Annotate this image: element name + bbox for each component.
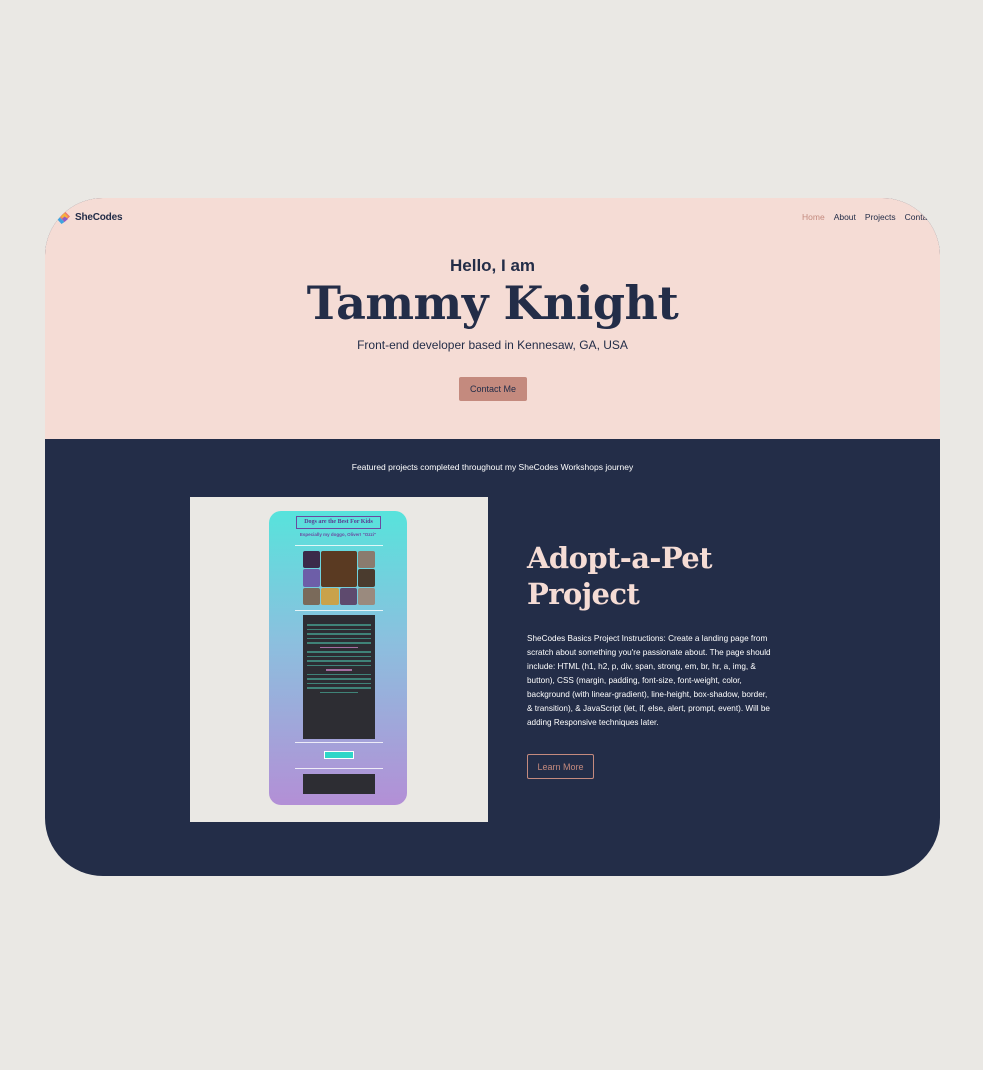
contact-me-button[interactable]: Contact Me	[459, 377, 527, 401]
project-screenshot[interactable]: Dogs are the Best For Kids Especially my…	[190, 497, 488, 822]
preview-photo-grid	[303, 551, 375, 605]
dog-photo	[303, 569, 321, 587]
portfolio-card: SheCodes Home About Projects Contact Hel…	[45, 198, 940, 876]
brand-logo[interactable]: SheCodes	[57, 210, 123, 225]
nav-about-link[interactable]: About	[834, 212, 856, 222]
hero-section: SheCodes Home About Projects Contact Hel…	[45, 198, 940, 439]
nav-contact-link[interactable]: Contact	[905, 212, 930, 222]
dog-photo	[321, 587, 339, 605]
preview-text-block	[303, 615, 375, 739]
preview-footer-block	[303, 774, 375, 794]
hero-name: Tammy Knight	[306, 276, 679, 330]
preview-divider	[295, 768, 383, 769]
preview-subtitle: Especially my doggo, Oliver! "Ozzi"	[299, 532, 377, 537]
dog-photo	[303, 551, 321, 569]
shecodes-logo-icon	[57, 210, 72, 225]
project-preview-page: Dogs are the Best For Kids Especially my…	[269, 511, 407, 805]
projects-intro: Featured projects completed throughout m…	[351, 462, 634, 472]
dog-photo	[357, 587, 375, 605]
hero-greeting: Hello, I am	[449, 256, 536, 275]
main-nav: Home About Projects Contact	[802, 212, 930, 222]
nav-home-link[interactable]: Home	[802, 212, 825, 222]
preview-title: Dogs are the Best For Kids	[296, 516, 381, 529]
brand-name: SheCodes	[75, 212, 123, 223]
project-description: SheCodes Basics Project Instructions: Cr…	[527, 634, 771, 727]
learn-more-button[interactable]: Learn More	[527, 754, 594, 779]
dog-photo	[357, 551, 375, 569]
project-title: Adopt-a-Pet Project	[527, 541, 713, 611]
hero-subtitle: Front-end developer based in Kennesaw, G…	[357, 338, 628, 352]
preview-button	[324, 751, 354, 759]
dog-photo	[321, 551, 357, 587]
preview-divider	[295, 545, 383, 546]
dog-photo	[303, 587, 321, 605]
preview-divider	[295, 742, 383, 743]
dog-photo	[339, 587, 357, 605]
dog-photo	[357, 569, 375, 587]
nav-projects-link[interactable]: Projects	[865, 212, 896, 222]
preview-divider	[295, 610, 383, 611]
